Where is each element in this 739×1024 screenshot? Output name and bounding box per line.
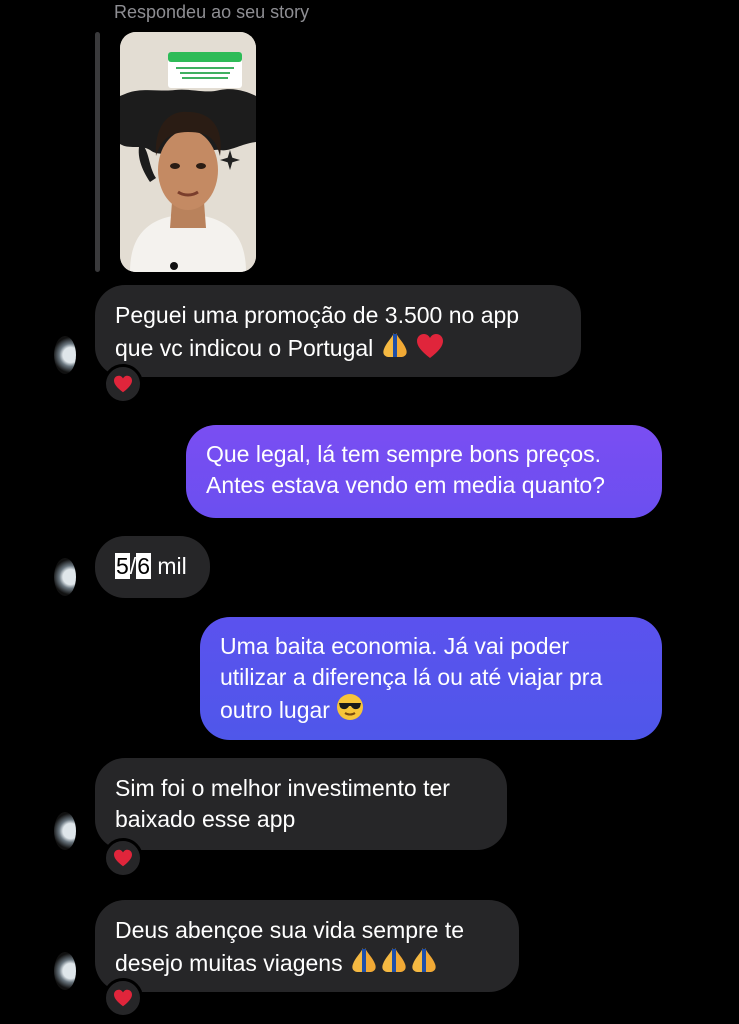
heart-icon bbox=[416, 333, 444, 367]
story-image bbox=[120, 32, 256, 272]
sender-avatar[interactable] bbox=[54, 952, 76, 990]
message-text: Sim foi o melhor investimento ter baixad… bbox=[115, 775, 450, 832]
sender-avatar[interactable] bbox=[54, 336, 76, 374]
message-text: Que legal, lá tem sempre bons preços. An… bbox=[206, 441, 605, 498]
message-text-part: 6 bbox=[136, 553, 151, 579]
reply-quote-bar bbox=[95, 32, 100, 272]
praying-hands-icon bbox=[409, 946, 439, 982]
message-text: Uma baita economia. Já vai poder utiliza… bbox=[220, 633, 603, 723]
message-text-part: mil bbox=[150, 553, 187, 579]
message-bubble-outgoing[interactable]: Que legal, lá tem sempre bons preços. An… bbox=[186, 425, 662, 518]
message-reaction[interactable] bbox=[103, 978, 143, 1018]
heart-icon bbox=[114, 375, 132, 393]
message-text: Peguei uma promoção de 3.500 no app que … bbox=[115, 302, 520, 361]
message-bubble-incoming[interactable]: 5/6 mil bbox=[95, 536, 210, 598]
message-bubble-incoming[interactable]: Sim foi o melhor investimento ter baixad… bbox=[95, 758, 507, 850]
story-reply-caption: Respondeu ao seu story bbox=[114, 2, 310, 22]
message-bubble-incoming[interactable]: Peguei uma promoção de 3.500 no app que … bbox=[95, 285, 581, 377]
message-reaction[interactable] bbox=[103, 838, 143, 878]
dm-thread: Respondeu ao seu story Peguei uma promoç… bbox=[0, 0, 739, 1024]
message-text-part: 5 bbox=[115, 553, 130, 579]
message-bubble-incoming[interactable]: Deus abençoe sua vida sempre te desejo m… bbox=[95, 900, 519, 992]
story-thumbnail[interactable] bbox=[120, 32, 256, 272]
heart-icon bbox=[114, 989, 132, 1007]
praying-hands-icon bbox=[349, 946, 379, 982]
message-reaction[interactable] bbox=[103, 364, 143, 404]
sender-avatar[interactable] bbox=[54, 558, 76, 596]
sender-avatar[interactable] bbox=[54, 812, 76, 850]
praying-hands-icon bbox=[380, 331, 410, 367]
message-bubble-outgoing[interactable]: Uma baita economia. Já vai poder utiliza… bbox=[200, 617, 662, 740]
praying-hands-icon bbox=[379, 946, 409, 982]
sunglasses-face-icon bbox=[336, 693, 364, 729]
heart-icon bbox=[114, 849, 132, 867]
